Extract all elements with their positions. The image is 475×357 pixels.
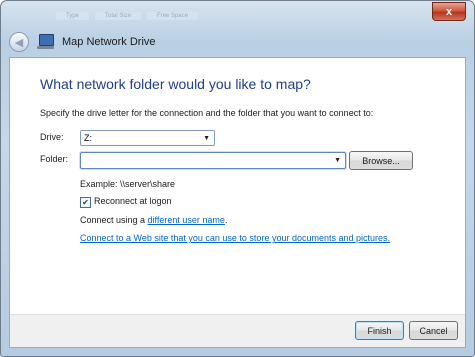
title-bar: ◀ Map Network Drive (9, 31, 466, 53)
browse-button[interactable]: Browse... (349, 151, 413, 170)
page-title: What network folder would you like to ma… (40, 76, 311, 92)
drive-label: Drive: (40, 132, 64, 142)
dialog-footer: Finish Cancel (10, 314, 465, 347)
background-column-headers: Type Total Size Free Space (56, 12, 199, 20)
example-text: Example: \\server\share (80, 179, 176, 189)
ghost-column-type: Type (56, 12, 90, 20)
instructions-text: Specify the drive letter for the connect… (40, 108, 374, 118)
reconnect-checkbox[interactable]: ✔ (80, 197, 91, 208)
drive-select[interactable]: Z: ▼ (80, 130, 215, 146)
window-title: Map Network Drive (62, 36, 156, 48)
close-icon: x (445, 5, 453, 18)
chevron-down-icon[interactable]: ▼ (334, 157, 345, 164)
connect-web-site-link[interactable]: Connect to a Web site that you can use t… (80, 233, 390, 243)
map-network-drive-window: Type Total Size Free Space x ◀ Map Netwo… (0, 0, 475, 357)
connect-using-suffix: . (224, 215, 228, 225)
back-button[interactable]: ◀ (9, 32, 29, 52)
chevron-down-icon: ▼ (203, 134, 210, 142)
ghost-column-total-size: Total Size (95, 12, 142, 20)
finish-button[interactable]: Finish (355, 321, 404, 340)
connect-using-line: Connect using a different user name. (80, 215, 227, 225)
folder-input[interactable]: ▼ (80, 152, 346, 169)
back-arrow-icon: ◀ (14, 35, 24, 49)
connect-using-prefix: Connect using a (80, 215, 148, 225)
different-user-name-link[interactable]: different user name (148, 215, 225, 225)
ghost-column-free-space: Free Space (147, 12, 199, 20)
drive-value: Z: (84, 133, 92, 143)
cancel-button[interactable]: Cancel (409, 321, 458, 340)
folder-label: Folder: (40, 154, 69, 164)
network-drive-icon (36, 33, 56, 51)
reconnect-label[interactable]: Reconnect at logon (94, 196, 172, 206)
close-button[interactable]: x (432, 2, 466, 21)
dialog-content: What network folder would you like to ma… (9, 57, 466, 348)
checkmark-icon: ✔ (82, 198, 89, 207)
